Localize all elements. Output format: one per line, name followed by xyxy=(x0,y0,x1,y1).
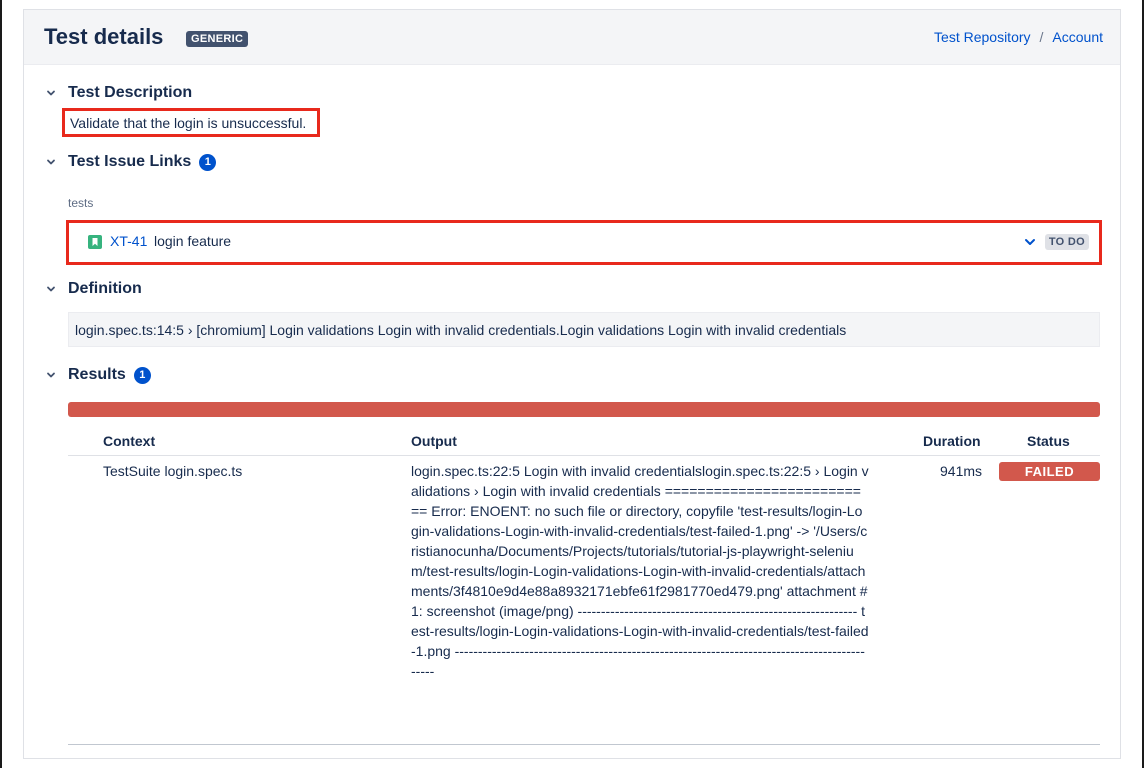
chevron-down-icon xyxy=(44,155,58,169)
column-header-duration: Duration xyxy=(923,433,981,449)
chevron-down-icon[interactable] xyxy=(1023,235,1037,254)
column-header-output: Output xyxy=(411,433,457,449)
breadcrumb-account[interactable]: Account xyxy=(1052,29,1103,45)
column-header-context: Context xyxy=(103,433,156,449)
section-title-description: Test Description xyxy=(68,84,193,101)
test-type-badge: GENERIC xyxy=(186,31,249,47)
section-results-toggle[interactable]: Results 1 xyxy=(44,364,151,386)
table-header-divider xyxy=(68,455,1100,456)
section-description-toggle[interactable]: Test Description xyxy=(44,82,192,104)
test-definition-text: login.spec.ts:14:5 › [chromium] Login va… xyxy=(68,312,1100,347)
section-title-results: Results xyxy=(68,366,126,383)
test-details-panel: Test details GENERIC Test Repository / Acc… xyxy=(23,9,1121,759)
section-title-issue-links: Test Issue Links xyxy=(68,153,192,170)
results-count-badge: 1 xyxy=(133,366,151,384)
section-title-definition: Definition xyxy=(68,280,142,297)
chevron-down-icon xyxy=(44,86,58,100)
result-duration: 941ms xyxy=(940,463,983,479)
chevron-down-icon xyxy=(44,282,58,296)
page-header: Test details GENERIC Test Repository / Acc… xyxy=(24,10,1120,65)
issue-status-badge: TO DO xyxy=(1044,234,1089,250)
column-header-status: Status xyxy=(1027,433,1070,449)
story-icon xyxy=(88,235,102,249)
issue-key-link[interactable]: XT-41 xyxy=(110,233,147,249)
chevron-down-icon xyxy=(44,368,58,382)
issue-links-count-badge: 1 xyxy=(199,153,217,171)
result-status-badge: FAILED xyxy=(999,462,1100,481)
breadcrumb-separator: / xyxy=(1039,29,1044,45)
issue-summary: login feature xyxy=(154,233,232,249)
issue-link-row[interactable]: XT-41 login feature TO DO xyxy=(66,220,1102,265)
section-issue-links-toggle[interactable]: Test Issue Links 1 xyxy=(44,151,217,173)
breadcrumb-test-repository[interactable]: Test Repository xyxy=(934,29,1030,45)
table-bottom-divider xyxy=(68,744,1100,745)
result-context: TestSuite login.spec.ts xyxy=(103,463,243,479)
page-title: Test details xyxy=(44,24,164,49)
result-output: login.spec.ts:22:5 Login with invalid cr… xyxy=(411,463,869,679)
test-description-text: Validate that the login is unsuccessful. xyxy=(62,108,320,137)
link-relation-label: tests xyxy=(68,196,94,210)
breadcrumb: Test Repository / Account xyxy=(934,29,1103,45)
results-progress-bar xyxy=(68,402,1100,417)
section-definition-toggle[interactable]: Definition xyxy=(44,278,142,300)
